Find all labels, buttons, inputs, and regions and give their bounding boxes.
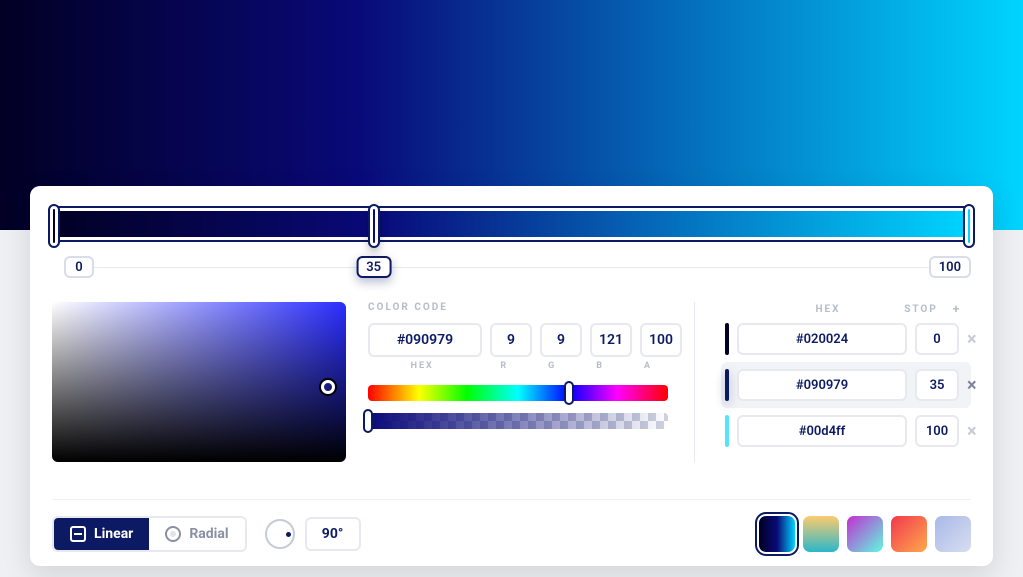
color-code-label: COLOR CODE (368, 302, 668, 313)
linear-label: Linear (94, 526, 133, 542)
radial-label: Radial (189, 526, 228, 542)
a-input[interactable] (640, 323, 682, 357)
alpha-handle[interactable] (363, 409, 373, 433)
b-input[interactable] (590, 323, 632, 357)
presets (759, 516, 971, 552)
alpha-slider[interactable] (368, 413, 668, 429)
hex-input[interactable] (368, 323, 482, 357)
stop-swatch[interactable] (725, 415, 729, 447)
sublabel: HEX (368, 361, 476, 371)
gradient-strip[interactable] (52, 206, 971, 242)
hue-handle[interactable] (564, 381, 574, 405)
position-scale: 0 35 100 (52, 256, 971, 278)
stop-pos-input[interactable] (915, 369, 959, 401)
preset-swatch[interactable] (891, 516, 927, 552)
add-stop-button[interactable]: + (943, 302, 971, 316)
radial-type-button[interactable]: Radial (149, 518, 244, 550)
stop-swatch[interactable] (725, 369, 729, 401)
stops-panel: HEX STOP + × × × (721, 302, 971, 454)
color-code-panel: COLOR CODE HEX R G B A (368, 302, 668, 441)
sublabel: B (580, 361, 620, 371)
position-box[interactable]: 35 (356, 256, 391, 278)
delete-stop-button[interactable]: × (967, 420, 977, 442)
stop-hex-input[interactable] (737, 415, 907, 447)
close-icon: × (967, 375, 977, 396)
stop-row[interactable]: × (721, 362, 971, 408)
editor-card: 0 35 100 COLOR CODE HEX R G B A (30, 186, 993, 566)
delete-stop-button[interactable]: × (967, 328, 977, 350)
saturation-dot[interactable] (321, 380, 335, 394)
close-icon: × (967, 421, 977, 442)
stop-hex-input[interactable] (737, 369, 907, 401)
stop-swatch[interactable] (725, 323, 729, 355)
g-input[interactable] (540, 323, 582, 357)
r-input[interactable] (490, 323, 532, 357)
delete-stop-button[interactable]: × (967, 374, 977, 396)
stop-row[interactable]: × (721, 316, 971, 362)
preset-swatch[interactable] (935, 516, 971, 552)
stops-header-hex: HEX (765, 304, 891, 315)
sublabel: A (628, 361, 668, 371)
hue-slider[interactable] (368, 385, 668, 401)
linear-type-button[interactable]: Linear (54, 518, 149, 550)
close-icon: × (967, 329, 977, 350)
radial-icon (165, 526, 181, 542)
gradient-stop-handle[interactable] (48, 204, 60, 248)
sublabel: G (532, 361, 572, 371)
stop-row[interactable]: × (721, 408, 971, 454)
stop-hex-input[interactable] (737, 323, 907, 355)
angle-dial[interactable] (265, 519, 295, 549)
stop-pos-input[interactable] (915, 323, 959, 355)
preset-swatch[interactable] (847, 516, 883, 552)
position-box[interactable]: 0 (64, 256, 94, 278)
linear-icon (70, 526, 86, 542)
saturation-picker[interactable] (52, 302, 346, 462)
preset-swatch[interactable] (759, 516, 795, 552)
angle-input[interactable] (305, 517, 361, 551)
stop-pos-input[interactable] (915, 415, 959, 447)
sublabel: R (484, 361, 524, 371)
gradient-stop-handle[interactable] (368, 204, 380, 248)
stops-header-stop: STOP (899, 304, 943, 315)
preset-swatch[interactable] (803, 516, 839, 552)
gradient-stop-handle[interactable] (963, 204, 975, 248)
position-box[interactable]: 100 (929, 256, 971, 278)
gradient-type-toggle: Linear Radial (52, 516, 247, 552)
